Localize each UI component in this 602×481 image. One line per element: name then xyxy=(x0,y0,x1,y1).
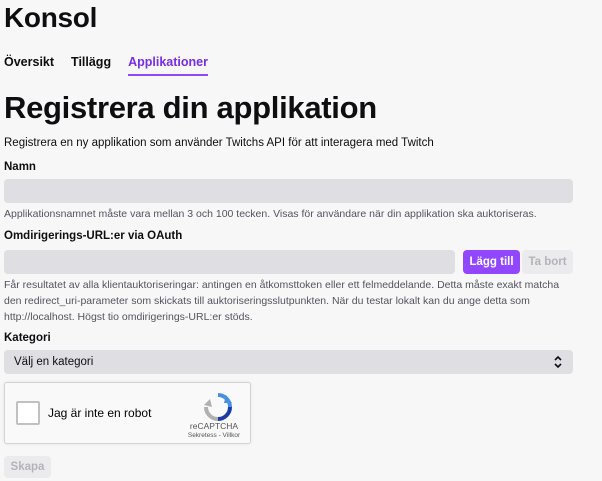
name-input[interactable] xyxy=(4,179,573,203)
redirect-help-line: den redirect_uri-parameter som skickats … xyxy=(4,295,530,307)
console-title: Konsol xyxy=(4,2,98,33)
redirect-help-line: Får resultatet av alla klientauktoriseri… xyxy=(4,279,560,291)
recaptcha-widget: Jag är inte en robot reCAPTCHA Sekretess… xyxy=(4,382,251,444)
page-title: Registrera din applikation xyxy=(4,90,377,125)
remove-redirect-button[interactable]: Ta bort xyxy=(522,250,573,274)
category-selected-value: Välj en kategori xyxy=(14,356,94,368)
redirect-help-line: http://localhost. Högst tio omdirigering… xyxy=(4,311,253,323)
recaptcha-label: Jag är inte en robot xyxy=(48,406,152,420)
redirect-help-text: Får resultatet av alla klientauktoriseri… xyxy=(4,277,559,325)
redirect-url-input[interactable] xyxy=(4,250,455,274)
category-label: Kategori xyxy=(4,332,51,344)
category-select[interactable]: Välj en kategori xyxy=(4,350,573,374)
recaptcha-brand: reCAPTCHA xyxy=(189,421,239,431)
add-redirect-button[interactable]: Lägg till xyxy=(463,250,520,274)
nav-tabs: Översikt Tillägg Applikationer xyxy=(4,55,225,76)
name-help-text: Applikationsnamnet måste vara mellan 3 o… xyxy=(4,208,537,220)
tab-extensions[interactable]: Tillägg xyxy=(71,55,111,76)
tab-overview[interactable]: Översikt xyxy=(4,55,54,76)
recaptcha-links[interactable]: Sekretess - Villkor xyxy=(181,432,247,439)
recaptcha-logo-icon xyxy=(204,393,232,421)
redirect-url-label: Omdirigerings-URL:er via OAuth xyxy=(4,230,183,242)
tab-applications[interactable]: Applikationer xyxy=(128,55,208,76)
select-arrows-icon xyxy=(554,355,562,369)
name-label: Namn xyxy=(4,161,36,173)
page-subtitle: Registrera en ny applikation som använde… xyxy=(4,137,434,149)
create-button[interactable]: Skapa xyxy=(4,456,51,478)
recaptcha-checkbox[interactable] xyxy=(16,401,40,425)
